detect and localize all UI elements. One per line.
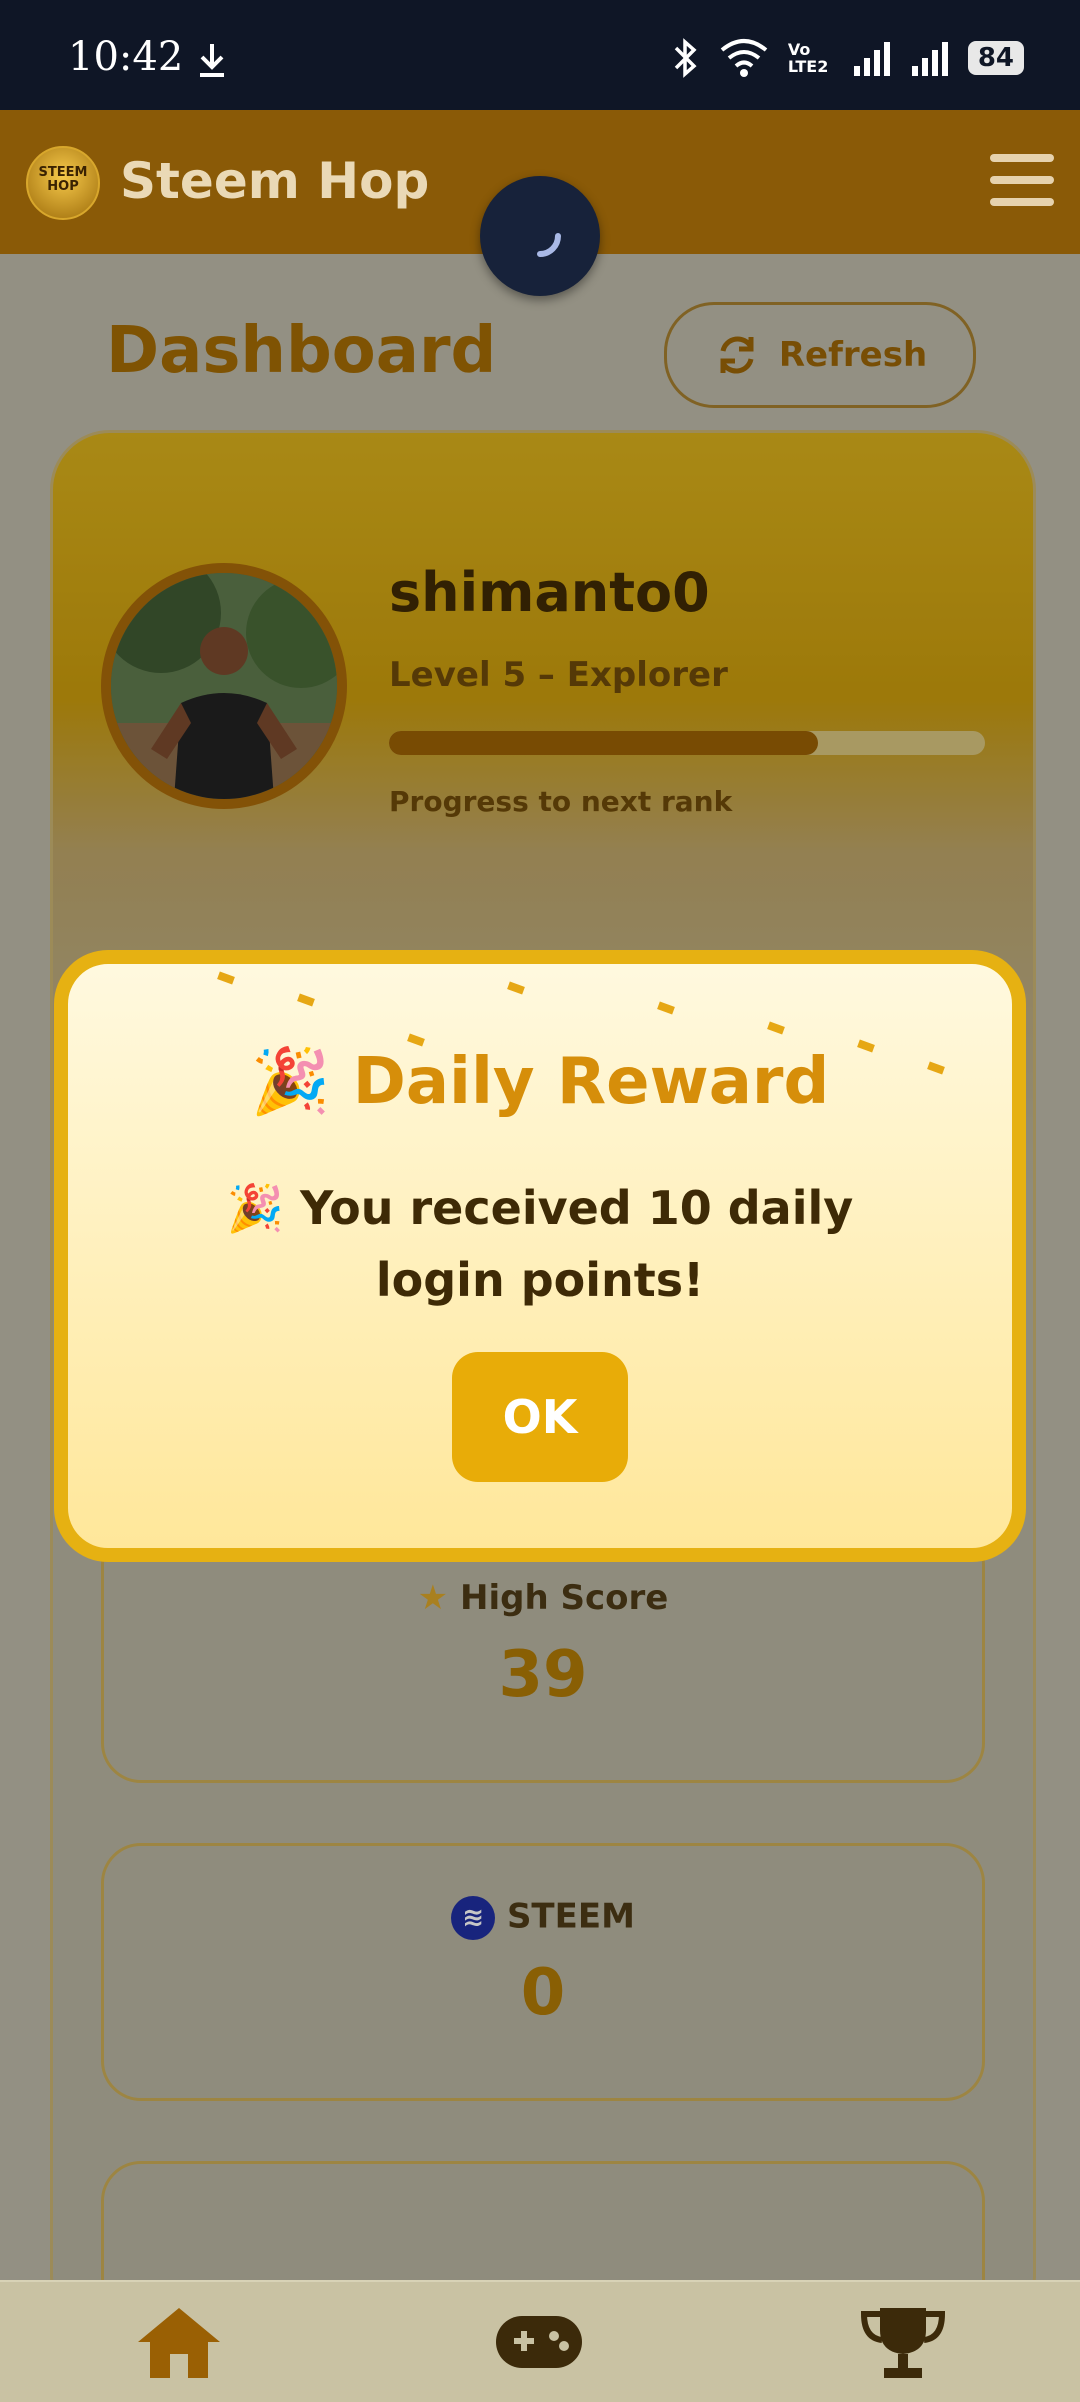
daily-reward-modal: 🎉 Daily Reward 🎉 You received 10 daily l… xyxy=(54,950,1026,1562)
party-popper-icon: 🎉 xyxy=(250,1045,331,1119)
ok-button[interactable]: OK xyxy=(452,1352,628,1482)
signal-icon xyxy=(911,42,948,76)
download-icon xyxy=(200,44,224,77)
battery-indicator: 84 xyxy=(967,41,1024,75)
modal-title: 🎉 Daily Reward xyxy=(250,1045,830,1119)
modal-message: 🎉 You received 10 daily login points! xyxy=(226,1181,854,1307)
status-icons: Vo LTE2 84 xyxy=(670,38,1024,78)
spinner-icon xyxy=(537,233,561,257)
bluetooth-icon xyxy=(674,38,697,78)
app-title: Steem Hop xyxy=(120,152,430,210)
party-popper-icon: 🎉 xyxy=(226,1181,285,1235)
gamepad-icon[interactable] xyxy=(494,2304,584,2380)
app-logo[interactable]: STEEM HOP xyxy=(26,146,100,220)
network-label: Vo LTE2 xyxy=(787,40,829,76)
home-icon[interactable] xyxy=(134,2304,224,2380)
trophy-icon[interactable] xyxy=(858,2304,948,2380)
bottom-nav xyxy=(0,2280,1080,2402)
signal-icon xyxy=(853,42,890,76)
hamburger-menu-icon[interactable] xyxy=(990,154,1054,210)
status-bar: 10:42 Vo LTE2 84 xyxy=(0,0,1080,110)
loading-spinner xyxy=(480,176,600,296)
status-time: 10:42 xyxy=(68,34,184,80)
wifi-icon xyxy=(720,39,768,77)
logo-text: STEEM HOP xyxy=(38,165,88,194)
